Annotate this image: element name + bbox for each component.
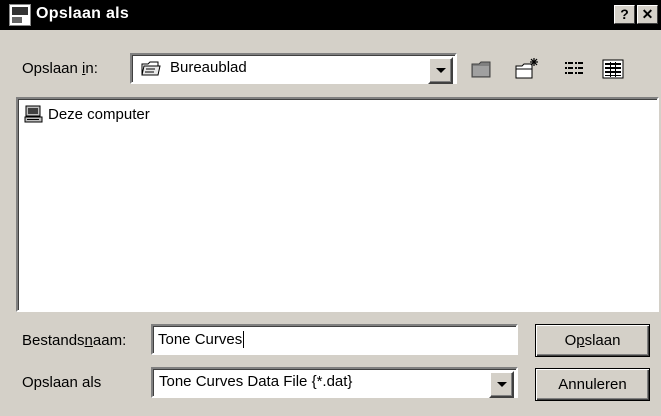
title-bar[interactable]: Opslaan als ? ✕ <box>0 0 661 30</box>
list-item-deze-computer[interactable]: Deze computer <box>24 105 150 123</box>
details-view-icon <box>602 59 623 78</box>
chevron-down-icon <box>496 382 507 387</box>
app-icon[interactable] <box>9 4 31 26</box>
file-list[interactable]: Deze computer <box>16 97 659 312</box>
lookin-value: Bureaublad <box>170 59 247 76</box>
folder-desktop-icon <box>141 61 161 76</box>
save-button[interactable]: Op slaan <box>535 324 650 357</box>
list-view-icon <box>564 61 583 74</box>
lookin-dropdown-button[interactable] <box>428 57 453 84</box>
new-folder-icon <box>515 57 538 78</box>
filename-input[interactable]: Tone Curves <box>151 324 518 355</box>
list-item-label: Deze computer <box>48 105 150 123</box>
up-folder-icon <box>471 61 490 77</box>
filename-label: Bestandsnaam: <box>22 332 127 349</box>
lookin-label: Opslaan in: <box>22 60 98 77</box>
cancel-button[interactable]: Annuleren <box>535 368 650 401</box>
chevron-down-icon <box>435 68 446 73</box>
new-folder-button[interactable] <box>513 55 540 82</box>
filetype-value: Tone Curves Data File {*.dat} <box>159 373 353 390</box>
filetype-dropdown[interactable]: Tone Curves Data File {*.dat} <box>151 367 518 398</box>
window-title: Opslaan als <box>36 5 130 22</box>
lookin-dropdown[interactable]: Bureaublad <box>130 53 457 84</box>
list-view-button[interactable] <box>561 55 588 82</box>
filetype-dropdown-button[interactable] <box>489 371 514 398</box>
filename-value: Tone Curves <box>158 331 243 348</box>
up-folder-button[interactable] <box>468 55 495 82</box>
filetype-label: Opslaan als <box>22 374 102 391</box>
details-view-button[interactable] <box>599 55 626 82</box>
computer-icon <box>24 105 43 123</box>
close-button[interactable]: ✕ <box>637 5 658 24</box>
help-button[interactable]: ? <box>614 5 635 24</box>
